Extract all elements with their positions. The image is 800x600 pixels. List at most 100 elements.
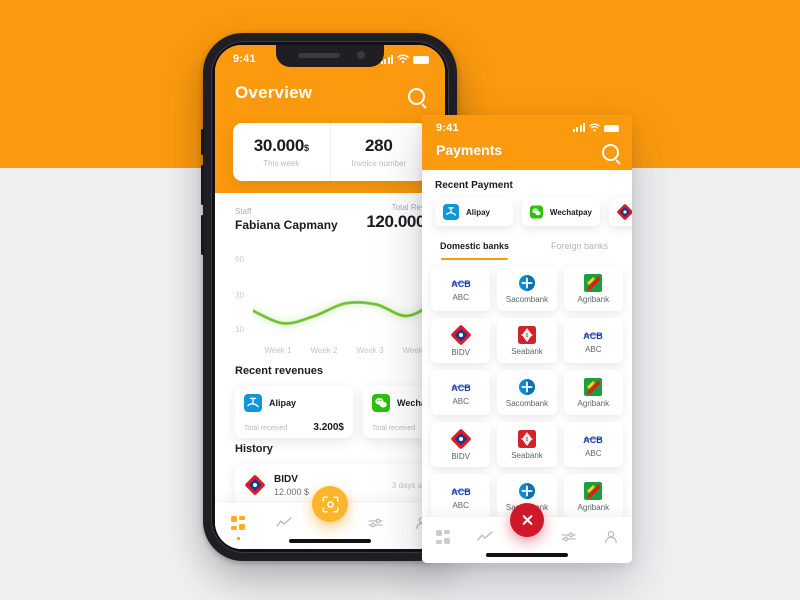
stat-unit: $ xyxy=(303,143,309,153)
bank-item[interactable]: BIDV xyxy=(431,422,491,467)
phone-silent-switch xyxy=(201,215,204,255)
acb-icon: ACB xyxy=(450,276,472,290)
stat-value: 280 xyxy=(365,136,393,155)
total-revenue-label: Total Rev xyxy=(391,203,425,212)
bank-item[interactable]: Agribank xyxy=(563,474,623,519)
seabank-icon xyxy=(517,325,536,344)
tab-profile[interactable] xyxy=(590,517,632,557)
bank-item[interactable]: Seabank xyxy=(497,318,557,363)
bank-item[interactable]: Seabank xyxy=(497,422,557,467)
tab-close[interactable] xyxy=(506,503,548,557)
payments-content: Recent Payment Alipay Wechatpay Domestic… xyxy=(422,170,632,563)
person-icon xyxy=(605,530,617,544)
tab-transfer[interactable] xyxy=(548,517,590,557)
bidv-icon xyxy=(617,204,632,220)
recent-payment-chip-wire[interactable]: Wire xyxy=(609,198,632,226)
bank-item[interactable]: Sacombank xyxy=(497,370,557,415)
total-revenue-value: 120.000 xyxy=(366,212,425,231)
bank-name: BIDV xyxy=(451,451,470,461)
bank-item[interactable]: ACB ABC xyxy=(563,318,623,363)
tab-transfer[interactable] xyxy=(353,503,399,543)
chip-label: Alipay xyxy=(466,207,491,217)
bidv-icon xyxy=(245,475,265,495)
front-camera xyxy=(357,51,365,59)
tab-analytics[interactable] xyxy=(464,517,506,557)
bank-name: ABC xyxy=(585,448,602,458)
bank-name: Sacombank xyxy=(505,398,549,408)
acb-icon: ACB xyxy=(450,484,472,498)
tab-domestic-banks[interactable]: Domestic banks xyxy=(422,238,527,260)
tab-dashboard[interactable] xyxy=(422,517,464,557)
wechatpay-icon xyxy=(372,394,390,412)
wifi-icon xyxy=(589,123,600,132)
agribank-icon xyxy=(584,377,603,396)
y-tick-30: 30 xyxy=(235,291,244,300)
bank-name: ABC xyxy=(452,292,469,302)
recent-payment-chip-wechatpay[interactable]: Wechatpay xyxy=(522,198,600,226)
chart-x-axis: Week 1 Week 2 Week 3 Week 4 xyxy=(255,346,439,355)
history-amount: 12.000 $ xyxy=(274,486,310,497)
bank-item[interactable]: ACB ABC xyxy=(563,422,623,467)
phone-volume-down-button xyxy=(201,165,204,205)
bank-item[interactable]: BIDV xyxy=(431,318,491,363)
page-title: Payments xyxy=(436,142,503,158)
bank-name: Seabank xyxy=(511,346,543,356)
sacombank-icon xyxy=(518,274,536,292)
bank-item[interactable]: ACB ABC xyxy=(431,370,491,415)
battery-icon xyxy=(413,56,429,64)
revenue-card-sub: Total received xyxy=(372,425,416,432)
tab-analytics[interactable] xyxy=(261,503,307,543)
y-tick-60: 60 xyxy=(235,255,244,264)
recent-payment-chip-alipay[interactable]: Alipay xyxy=(435,198,513,226)
sacombank-icon xyxy=(518,378,536,396)
bank-name: Agribank xyxy=(577,502,610,512)
payments-tabbar xyxy=(422,503,632,563)
transfer-icon xyxy=(561,532,576,542)
stat-label: Invoice number xyxy=(351,159,407,168)
alipay-icon xyxy=(244,394,262,412)
phone-volume-up-button xyxy=(201,129,204,155)
revenue-card-alipay[interactable]: Alipay Total received 3.200$ xyxy=(235,386,353,438)
search-icon[interactable] xyxy=(602,144,619,161)
home-indicator xyxy=(289,539,371,543)
bank-name: Seabank xyxy=(511,450,543,460)
x-tick-week2: Week 2 xyxy=(310,346,338,355)
svg-text:ACB: ACB xyxy=(584,331,604,341)
bank-item[interactable]: Agribank xyxy=(563,266,623,311)
bank-item[interactable]: Sacombank xyxy=(497,266,557,311)
chart-line xyxy=(253,290,445,327)
tab-dashboard[interactable] xyxy=(215,503,261,543)
payments-screen: 9:41 Payments Recent Payment Alipay Wech… xyxy=(422,115,632,563)
overview-phone-mockup: 9:41 Overview 30.000$ This week 280 Invo… xyxy=(201,33,457,561)
tab-scan[interactable] xyxy=(307,486,353,543)
history-name: BIDV xyxy=(274,473,298,485)
acb-icon: ACB xyxy=(582,328,604,342)
bidv-icon xyxy=(450,324,471,345)
bank-category-tabs: Domestic banks Foreign banks xyxy=(422,238,632,260)
payments-header: 9:41 Payments xyxy=(422,115,632,170)
acb-icon: ACB xyxy=(450,380,472,394)
recent-revenues-section: Recent revenues Alipay Total received 3.… xyxy=(235,365,445,438)
signal-bars-icon xyxy=(572,123,585,132)
scan-fab-icon[interactable] xyxy=(312,486,348,522)
status-bar-time: 9:41 xyxy=(436,122,459,134)
svg-text:ACB: ACB xyxy=(451,279,471,289)
seabank-icon xyxy=(517,429,536,448)
revenue-card-amount: 3.200$ xyxy=(313,422,344,433)
bank-name: ABC xyxy=(585,344,602,354)
bank-item[interactable]: ACB ABC xyxy=(431,266,491,311)
overview-header: 9:41 Overview 30.000$ This week 280 Invo… xyxy=(215,45,445,193)
staff-label: Staff xyxy=(235,207,252,216)
agribank-icon xyxy=(584,481,603,500)
bank-item[interactable]: Agribank xyxy=(563,370,623,415)
tab-foreign-banks[interactable]: Foreign banks xyxy=(527,238,632,260)
search-icon[interactable] xyxy=(407,87,425,105)
stat-value: 30.000 xyxy=(253,136,305,155)
stat-label: This week xyxy=(263,159,300,168)
home-indicator xyxy=(486,553,568,557)
analytics-icon xyxy=(477,531,493,541)
svg-text:ACB: ACB xyxy=(451,383,471,393)
bank-item[interactable]: ACB ABC xyxy=(431,474,491,519)
staff-name: Fabiana Capmany xyxy=(235,218,338,232)
close-fab-icon[interactable] xyxy=(510,503,544,537)
